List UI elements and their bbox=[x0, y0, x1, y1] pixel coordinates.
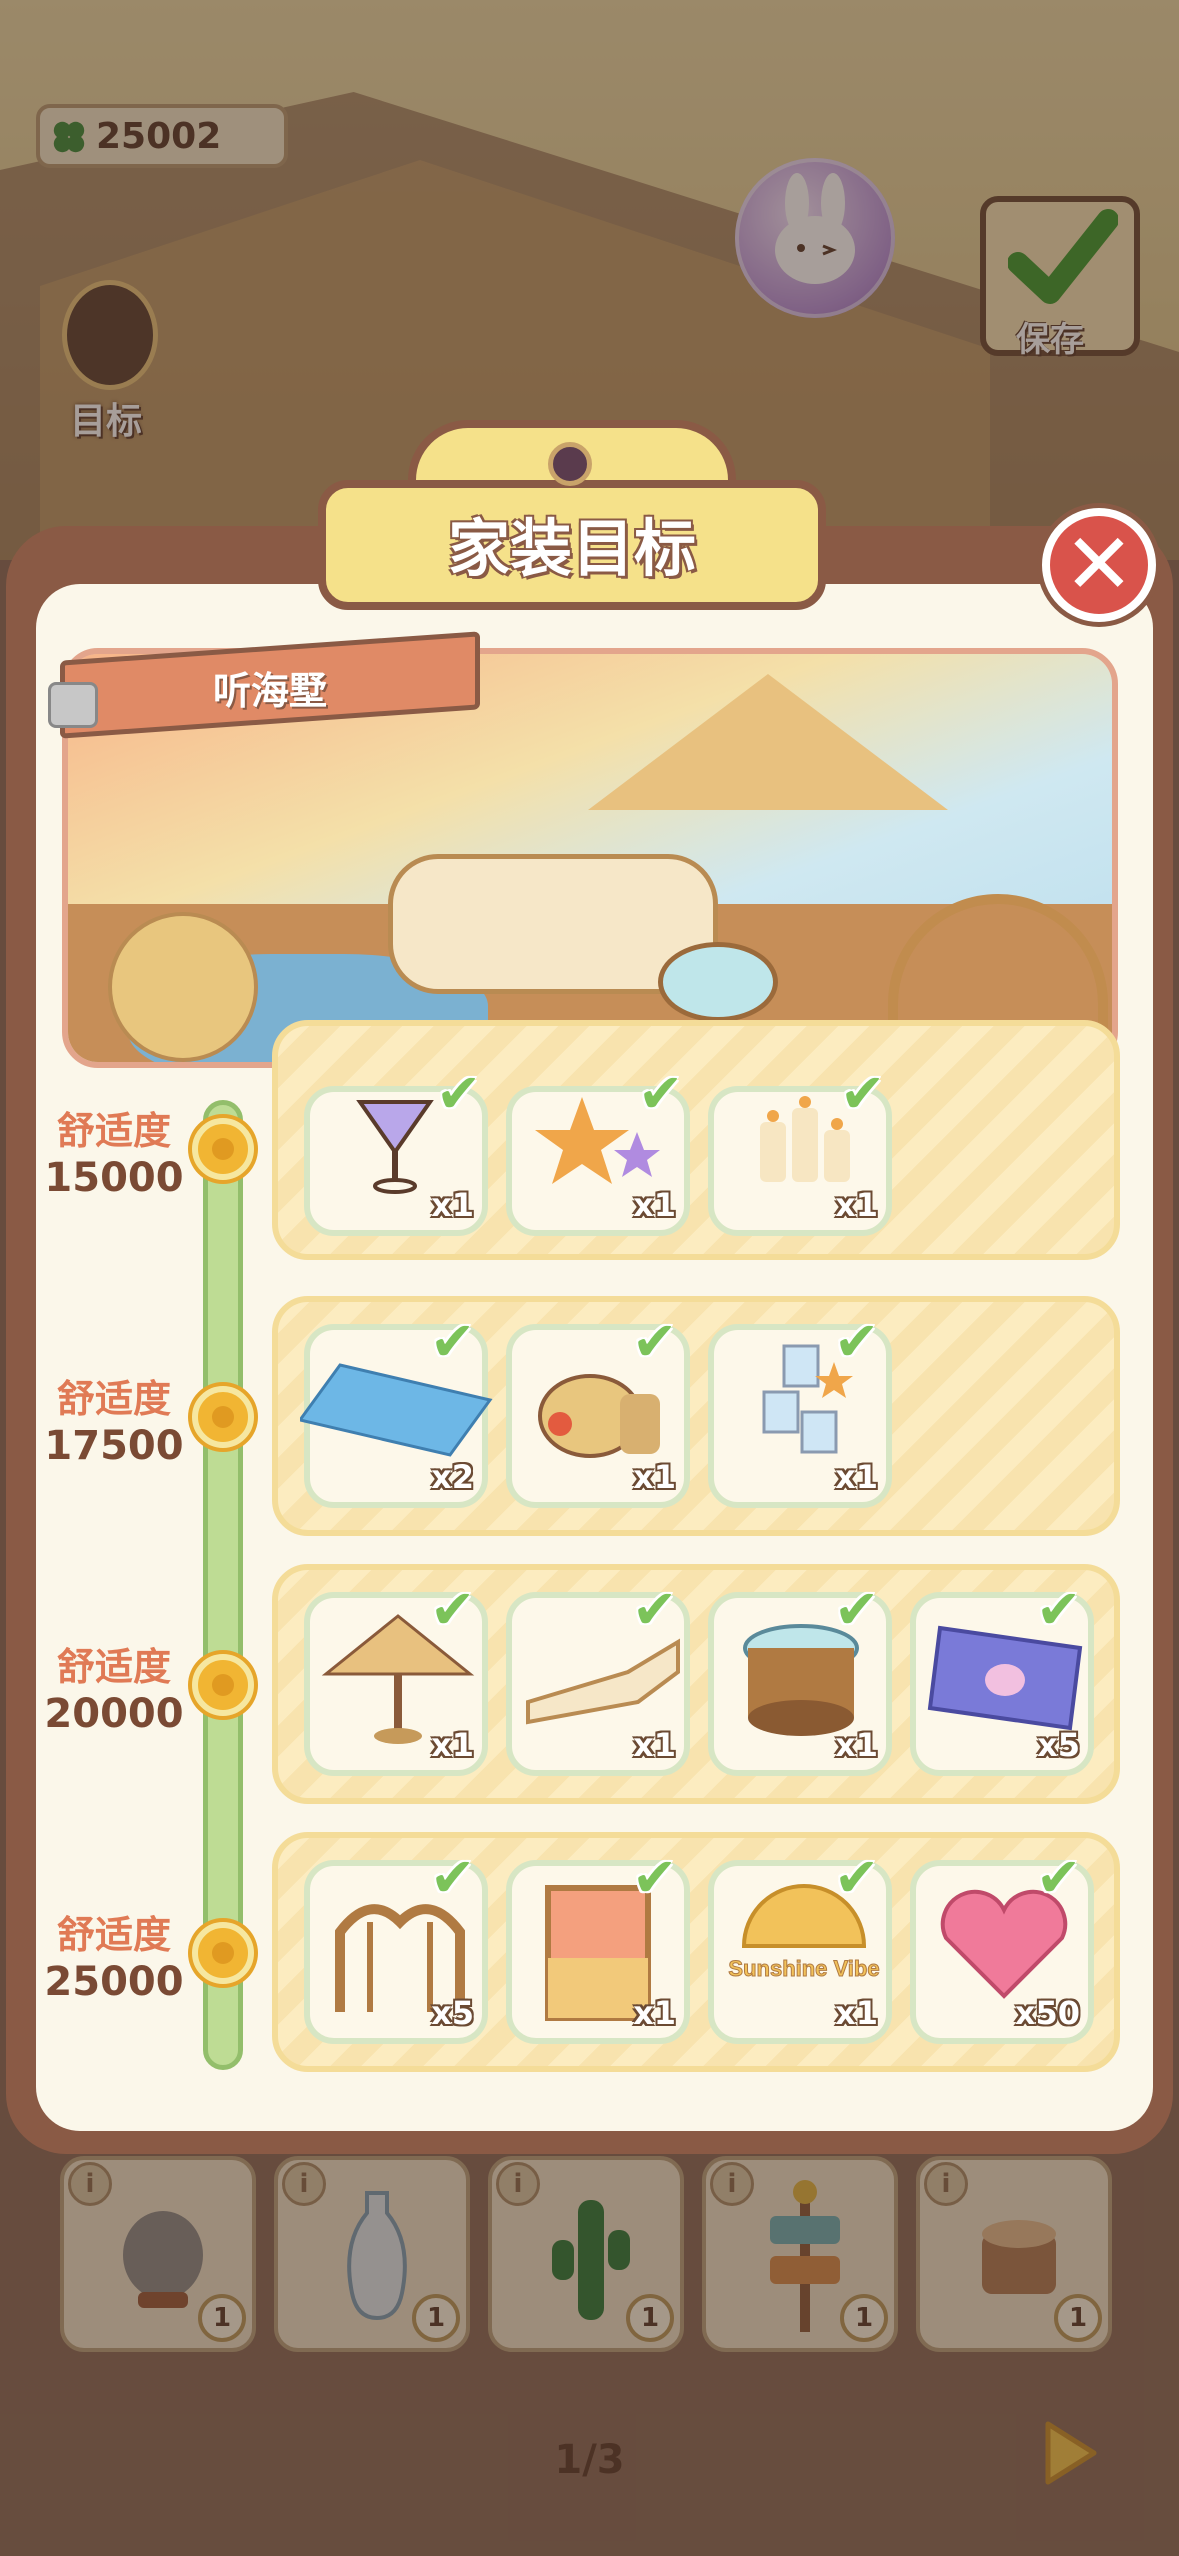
tier-value: 25000 bbox=[44, 1959, 184, 2005]
item-count: x1 bbox=[835, 1458, 878, 1496]
reward-item[interactable]: x1 ✔ bbox=[708, 1578, 892, 1776]
tier-marker bbox=[192, 1654, 254, 1716]
item-count: x1 bbox=[835, 1994, 878, 2032]
tier-label: 舒适度 25000 bbox=[34, 1904, 194, 2005]
tier-label: 舒适度 17500 bbox=[34, 1368, 194, 1469]
tier-marker bbox=[192, 1118, 254, 1180]
tab-hole-icon bbox=[548, 442, 592, 486]
item-count: x2 bbox=[431, 1458, 474, 1496]
check-icon: ✔ bbox=[834, 1578, 880, 1641]
tier-marker bbox=[192, 1386, 254, 1448]
tier-reward-box: x1 ✔ x1 ✔ x1 ✔ x5 ✔ bbox=[272, 1564, 1120, 1804]
check-icon: ✔ bbox=[834, 1846, 880, 1909]
item-count: x1 bbox=[633, 1186, 676, 1224]
modal-title-tab: 家装目标 bbox=[318, 420, 826, 610]
reward-item[interactable]: x2 ✔ bbox=[300, 1310, 493, 1508]
tier-name: 舒适度 bbox=[56, 1109, 171, 1153]
item-count: x50 bbox=[1014, 1994, 1080, 2032]
rattan-table-icon bbox=[658, 942, 778, 1022]
tier-name: 舒适度 bbox=[56, 1645, 171, 1689]
item-count: x1 bbox=[431, 1726, 474, 1764]
tier-value: 15000 bbox=[44, 1155, 184, 1201]
tier-reward-box: x2 ✔ x1 ✔ x1 ✔ bbox=[272, 1296, 1120, 1536]
check-icon: ✔ bbox=[632, 1846, 678, 1909]
close-icon: ✕ bbox=[1063, 515, 1135, 613]
scene-name: 听海墅 bbox=[212, 669, 327, 713]
tier-label: 舒适度 20000 bbox=[34, 1636, 194, 1737]
sunshine-vibe-text: Sunshine Vibe bbox=[728, 1956, 879, 1981]
reward-item[interactable]: x50 ✔ bbox=[910, 1846, 1094, 2044]
check-icon: ✔ bbox=[840, 1062, 886, 1125]
tier-value: 20000 bbox=[44, 1691, 184, 1737]
modal-title: 家装目标 bbox=[447, 512, 696, 585]
tier-value: 17500 bbox=[44, 1423, 184, 1469]
tier-marker bbox=[192, 1922, 254, 1984]
reward-item[interactable]: x1 ✔ bbox=[506, 1578, 690, 1776]
reward-item[interactable]: x5 ✔ bbox=[910, 1578, 1094, 1776]
straw-hat-icon bbox=[108, 912, 258, 1062]
check-icon: ✔ bbox=[638, 1062, 684, 1125]
check-icon: ✔ bbox=[430, 1846, 476, 1909]
close-button[interactable]: ✕ bbox=[1042, 508, 1156, 622]
tier-reward-box: x5 ✔ x1 ✔ Sunshine Vibe x1 ✔ x50 ✔ bbox=[272, 1832, 1120, 2072]
item-count: x1 bbox=[835, 1186, 878, 1224]
tier-name: 舒适度 bbox=[56, 1913, 171, 1957]
check-icon: ✔ bbox=[632, 1578, 678, 1641]
cocktail-icon bbox=[356, 1100, 434, 1194]
tier-reward-box: x1 x1 x1 bbox=[272, 1020, 1120, 1260]
item-count: x5 bbox=[1037, 1726, 1080, 1764]
reward-item[interactable]: x1 ✔ bbox=[506, 1846, 690, 2044]
reward-item[interactable]: x5 ✔ bbox=[304, 1846, 488, 2044]
check-icon: ✔ bbox=[1036, 1846, 1082, 1909]
check-icon: ✔ bbox=[430, 1310, 476, 1373]
item-count: x1 bbox=[633, 1726, 676, 1764]
check-icon: ✔ bbox=[436, 1062, 482, 1125]
check-icon: ✔ bbox=[834, 1310, 880, 1373]
item-count: x1 bbox=[633, 1994, 676, 2032]
item-count: x1 bbox=[633, 1458, 676, 1496]
reward-item[interactable]: x1 ✔ bbox=[304, 1578, 488, 1776]
check-icon: ✔ bbox=[430, 1578, 476, 1641]
scene-name-tag: 听海墅 bbox=[48, 631, 484, 739]
reward-item[interactable]: x1 ✔ bbox=[506, 1310, 690, 1508]
item-count: x5 bbox=[431, 1994, 474, 2032]
item-count: x1 bbox=[835, 1726, 878, 1764]
check-icon: ✔ bbox=[1036, 1578, 1082, 1641]
item-count: x1 bbox=[431, 1186, 474, 1224]
reward-item[interactable]: x1 ✔ bbox=[708, 1310, 892, 1508]
check-icon: ✔ bbox=[632, 1310, 678, 1373]
reward-item[interactable]: Sunshine Vibe x1 ✔ bbox=[708, 1846, 892, 2044]
tier-name: 舒适度 bbox=[56, 1377, 171, 1421]
tier-label: 舒适度 15000 bbox=[34, 1100, 194, 1201]
water-rug-icon bbox=[300, 1363, 493, 1457]
